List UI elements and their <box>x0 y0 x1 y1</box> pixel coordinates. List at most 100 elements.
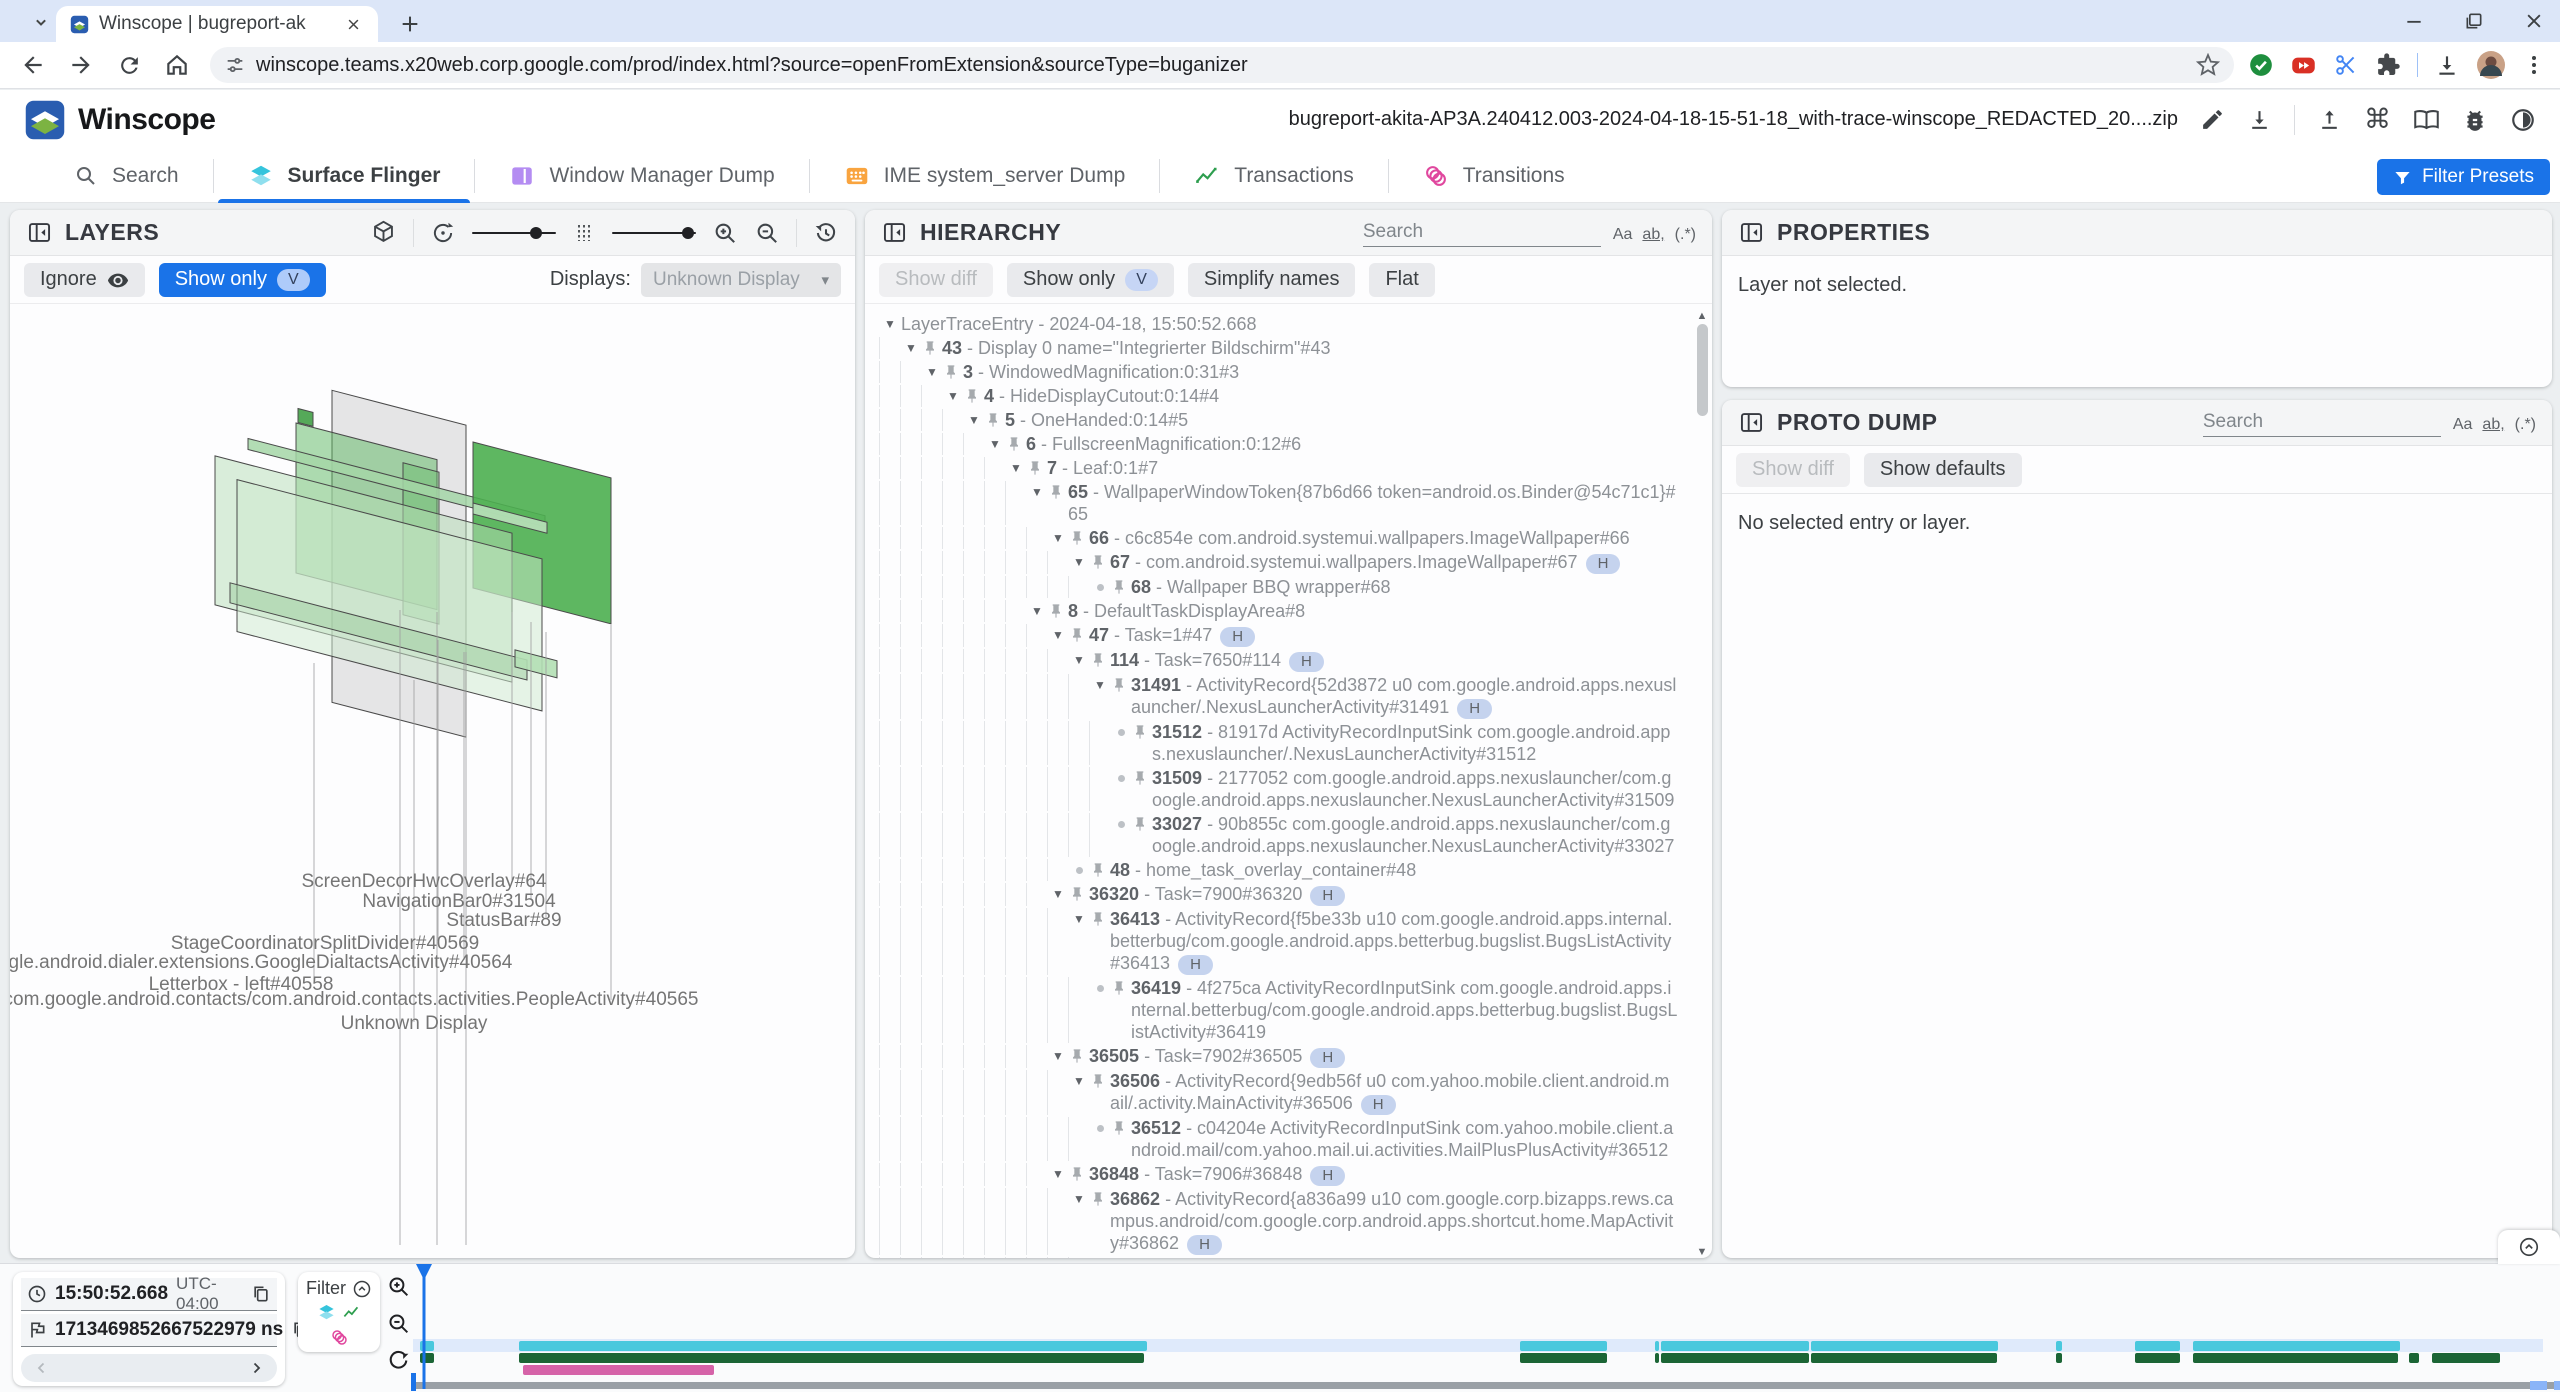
pin-icon[interactable] <box>1069 527 1089 546</box>
pin-icon[interactable] <box>1006 433 1026 452</box>
rotate-view-icon[interactable] <box>430 220 456 246</box>
hierarchy-node[interactable]: ▼7 - Leaf:0:1#7 <box>879 456 1678 480</box>
transitions-track-segment[interactable] <box>523 1365 714 1375</box>
extension-scissors-icon[interactable] <box>2333 52 2359 78</box>
pin-icon[interactable] <box>1090 1188 1110 1207</box>
tab-close-icon[interactable] <box>340 11 366 37</box>
pin-icon[interactable] <box>1111 674 1131 693</box>
zoom-in-icon[interactable] <box>712 220 738 246</box>
match-case-icon[interactable]: Aa <box>1613 226 1633 244</box>
layer-label[interactable]: NavigationBar0#31504 <box>362 891 556 912</box>
hierarchy-node[interactable]: ▼36413 - ActivityRecord{f5be33b u10 com.… <box>879 907 1678 976</box>
back-button[interactable] <box>14 46 52 84</box>
hierarchy-node[interactable]: 33027 - 90b855c com.google.android.apps.… <box>879 812 1678 858</box>
slider-knob[interactable] <box>682 227 694 239</box>
match-word-icon[interactable]: ab, <box>1642 226 1664 244</box>
surface-flinger-track-segment[interactable] <box>1655 1341 1659 1351</box>
hierarchy-search-input[interactable] <box>1363 218 1601 247</box>
expand-arrow-icon[interactable]: ▼ <box>1026 481 1048 503</box>
pin-icon[interactable] <box>985 409 1005 428</box>
pin-icon[interactable] <box>1069 1045 1089 1064</box>
ns-time-field[interactable]: 1713469852667522979 ns <box>21 1314 277 1347</box>
surface-flinger-track-segment[interactable] <box>1661 1341 1809 1351</box>
hierarchy-node[interactable]: ▼3 - WindowedMagnification:0:31#3 <box>879 360 1678 384</box>
hierarchy-node[interactable]: ▼43 - Display 0 name="Integrierter Bilds… <box>879 336 1678 360</box>
home-button[interactable] <box>158 46 196 84</box>
surface-flinger-track-segment[interactable] <box>2056 1341 2062 1351</box>
reset-view-icon[interactable] <box>813 220 839 246</box>
pin-icon[interactable] <box>1090 551 1110 570</box>
hierarchy-node[interactable]: ▼65 - WallpaperWindowToken{87b6d66 token… <box>879 480 1678 526</box>
hierarchy-node[interactable]: 68 - Wallpaper BBQ wrapper#68 <box>879 575 1678 599</box>
show-defaults-button[interactable]: Show defaults <box>1864 453 2022 487</box>
filter-presets-button[interactable]: Filter Presets <box>2377 159 2550 195</box>
transactions-track-segment[interactable] <box>2409 1353 2419 1363</box>
hierarchy-node[interactable]: ▼6 - FullscreenMagnification:0:12#6 <box>879 432 1678 456</box>
regex-icon[interactable]: (.*) <box>2515 416 2536 434</box>
simplify-names-button[interactable]: Simplify names <box>1188 263 1356 297</box>
prev-entry-icon[interactable] <box>33 1359 51 1377</box>
timeline-canvas[interactable] <box>0 1264 2560 1392</box>
pin-icon[interactable] <box>964 385 984 404</box>
layer-spacing-icon[interactable] <box>572 221 596 245</box>
documentation-book-icon[interactable] <box>2413 106 2440 133</box>
3d-view-cube-icon[interactable] <box>370 219 397 246</box>
expand-arrow-icon[interactable]: ▼ <box>1005 457 1027 479</box>
pin-icon[interactable] <box>1111 1257 1131 1258</box>
collapse-panel-icon[interactable] <box>1738 409 1765 436</box>
pin-icon[interactable] <box>1069 1163 1089 1182</box>
expand-arrow-icon[interactable]: ▼ <box>879 313 901 335</box>
pin-icon[interactable] <box>1027 457 1047 476</box>
restore-window-icon[interactable] <box>2464 11 2484 31</box>
hierarchy-node[interactable]: 36419 - 4f275ca ActivityRecordInputSink … <box>879 976 1678 1044</box>
hierarchy-node[interactable]: ▼47 - Task=1#47H <box>879 623 1678 648</box>
transactions-track-segment[interactable] <box>1661 1353 1809 1363</box>
pin-icon[interactable] <box>1090 649 1110 668</box>
scroll-up-icon[interactable]: ▲ <box>1696 310 1708 322</box>
report-bug-icon[interactable] <box>2462 107 2488 133</box>
hierarchy-node[interactable]: ▼31491 - ActivityRecord{52d3872 u0 com.g… <box>879 673 1678 720</box>
upload-trace-icon[interactable] <box>2317 107 2342 132</box>
next-entry-icon[interactable] <box>247 1359 265 1377</box>
pin-icon[interactable] <box>1069 624 1089 643</box>
profile-avatar[interactable] <box>2476 50 2506 80</box>
collapse-panel-icon[interactable] <box>1738 219 1765 246</box>
surface-flinger-track-segment[interactable] <box>1520 1341 1607 1351</box>
hierarchy-node[interactable]: ▼114 - Task=7650#114H <box>879 648 1678 673</box>
scroll-down-icon[interactable]: ▼ <box>1696 1246 1708 1258</box>
scrollbar-thumb[interactable] <box>1697 324 1708 416</box>
transactions-track-segment[interactable] <box>2135 1353 2180 1363</box>
tab-surface-flinger[interactable]: Surface Flinger <box>214 149 475 203</box>
rotation-slider[interactable] <box>472 232 556 234</box>
transactions-track-segment[interactable] <box>2056 1353 2062 1363</box>
bookmark-star-icon[interactable] <box>2196 53 2220 77</box>
hierarchy-node[interactable]: 36512 - c04204e ActivityRecordInputSink … <box>879 1116 1678 1162</box>
expand-arrow-icon[interactable]: ▼ <box>1068 908 1090 930</box>
dark-mode-icon[interactable] <box>2510 107 2536 133</box>
tab-transitions[interactable]: Transitions <box>1389 149 1599 203</box>
transactions-track-segment[interactable] <box>2193 1353 2398 1363</box>
browser-menu-kebab-icon[interactable] <box>2522 53 2546 77</box>
layer-label[interactable]: StageCoordinatorSplitDivider#40569 <box>171 933 479 954</box>
expand-arrow-icon[interactable]: ▼ <box>1047 624 1069 646</box>
url-bar[interactable] <box>210 47 2234 83</box>
extension-check-icon[interactable] <box>2248 52 2274 78</box>
tab-window-manager-dump[interactable]: Window Manager Dump <box>475 149 808 203</box>
hierarchy-node[interactable]: ▼5 - OneHanded:0:14#5 <box>879 408 1678 432</box>
pin-icon[interactable] <box>1132 813 1152 832</box>
surface-flinger-track-segment[interactable] <box>2193 1341 2400 1351</box>
expand-arrow-icon[interactable]: ▼ <box>942 385 964 407</box>
expand-arrow-icon[interactable]: ▼ <box>963 409 985 431</box>
hierarchy-node[interactable]: 31509 - 2177052 com.google.android.apps.… <box>879 766 1678 812</box>
hierarchy-node[interactable]: ▼36848 - Task=7906#36848H <box>879 1162 1678 1187</box>
slider-knob[interactable] <box>530 227 542 239</box>
forward-button[interactable] <box>62 46 100 84</box>
hierarchy-node[interactable]: 48 - home_task_overlay_container#48 <box>879 858 1678 882</box>
hierarchy-node[interactable]: ▼4 - HideDisplayCutout:0:14#4 <box>879 384 1678 408</box>
hierarchy-node[interactable]: 36866 - bbc27e0 ActivityRecordInputSink … <box>879 1256 1678 1258</box>
surface-flinger-track-segment[interactable] <box>420 1341 434 1351</box>
expand-arrow-icon[interactable]: ▼ <box>921 361 943 383</box>
pin-icon[interactable] <box>1048 600 1068 619</box>
edit-pencil-icon[interactable] <box>2200 107 2225 132</box>
timeline-scrollbar-track[interactable] <box>413 1382 2560 1389</box>
